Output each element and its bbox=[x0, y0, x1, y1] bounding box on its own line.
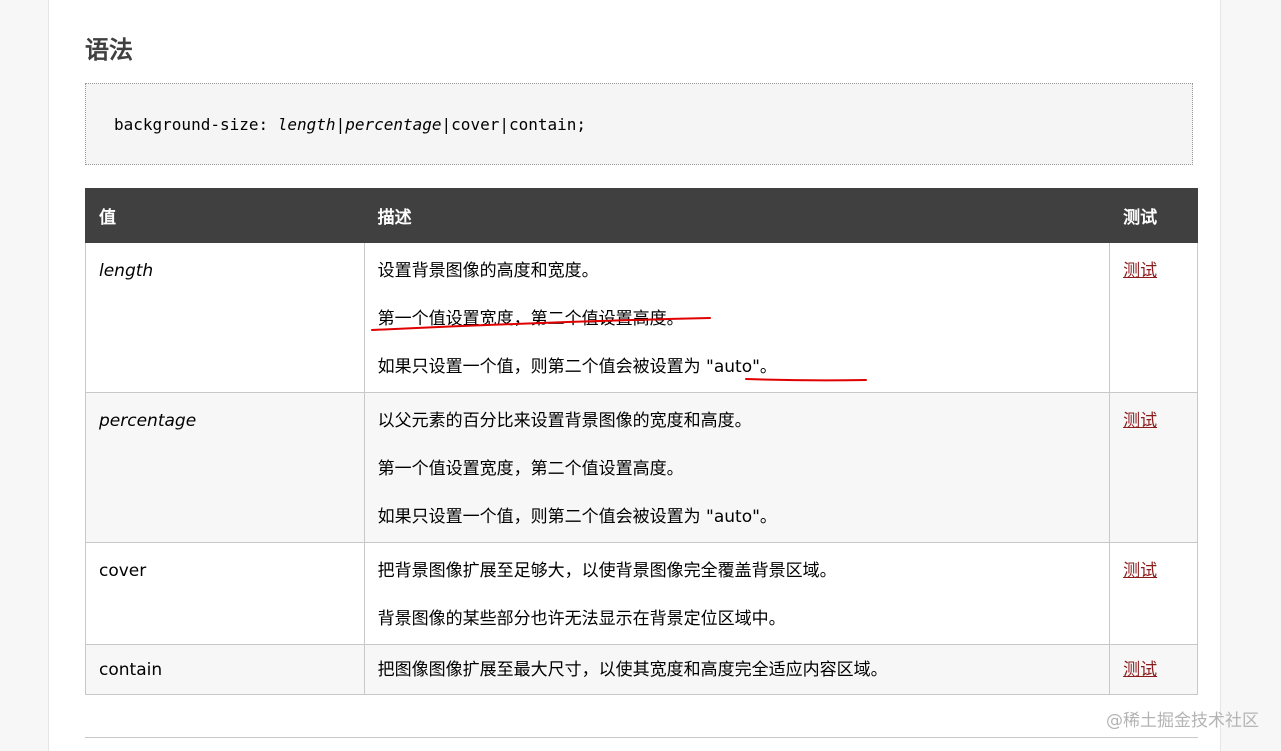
test-cell: 测试 bbox=[1109, 542, 1198, 645]
code-length: length bbox=[277, 114, 336, 134]
test-cell: 测试 bbox=[1109, 644, 1198, 695]
description-line: 把图像图像扩展至最大尺寸，以使其宽度和高度完全适应内容区域。 bbox=[377, 660, 888, 680]
description-line: 以父元素的百分比来设置背景图像的宽度和高度。 bbox=[377, 411, 752, 431]
header-description: 描述 bbox=[363, 188, 1111, 243]
content-panel: 语法 background-size: length | percentage | co… bbox=[48, 0, 1221, 751]
test-link-contain[interactable]: 测试 bbox=[1123, 660, 1157, 680]
values-table: 值 描述 测试 length 设置背景图像的高度和宽度。 第一个值设置宽度，第二… bbox=[85, 188, 1198, 695]
syntax-code-block: background-size: length | percentage | cover… bbox=[85, 83, 1193, 165]
section-heading: 语法 bbox=[85, 36, 133, 64]
value-cover: cover bbox=[99, 561, 147, 581]
description-line: 第一个值设置宽度，第二个值设置高度。 bbox=[377, 459, 684, 479]
description-line: 第一个值设置宽度，第二个值设置高度。 bbox=[377, 309, 684, 329]
description-line: 如果只设置一个值，则第二个值会被设置为 "auto"。 bbox=[377, 507, 777, 527]
description-cell: 以父元素的百分比来设置背景图像的宽度和高度。 第一个值设置宽度，第二个值设置高度… bbox=[363, 392, 1111, 543]
code-sep-1: | bbox=[335, 114, 346, 134]
value-percentage: percentage bbox=[99, 411, 197, 431]
test-cell: 测试 bbox=[1109, 392, 1198, 543]
description-cell: 把图像图像扩展至最大尺寸，以使其宽度和高度完全适应内容区域。 bbox=[363, 644, 1111, 695]
header-test: 测试 bbox=[1109, 188, 1198, 243]
table-header-row: 值 描述 测试 bbox=[85, 188, 1198, 243]
description-cell: 把背景图像扩展至足够大，以使背景图像完全覆盖背景区域。 背景图像的某些部分也许无… bbox=[363, 542, 1111, 645]
value-cell: cover bbox=[85, 542, 365, 645]
table-row: cover 把背景图像扩展至足够大，以使背景图像完全覆盖背景区域。 背景图像的某… bbox=[85, 542, 1198, 645]
code-prefix: background-size: bbox=[114, 114, 278, 134]
value-length: length bbox=[99, 261, 154, 281]
test-link-cover[interactable]: 测试 bbox=[1123, 561, 1157, 581]
test-cell: 测试 bbox=[1109, 242, 1198, 393]
test-link-percentage[interactable]: 测试 bbox=[1123, 411, 1157, 431]
header-value: 值 bbox=[85, 188, 365, 243]
description-line: 如果只设置一个值，则第二个值会被设置为 "auto"。 bbox=[377, 357, 777, 377]
table-row: length 设置背景图像的高度和宽度。 第一个值设置宽度，第二个值设置高度。 … bbox=[85, 242, 1198, 393]
value-cell: percentage bbox=[85, 392, 365, 543]
description-line: 设置背景图像的高度和宽度。 bbox=[377, 261, 599, 281]
description-line: 背景图像的某些部分也许无法显示在背景定位区域中。 bbox=[377, 609, 786, 629]
code-rest: cover|contain; bbox=[451, 114, 587, 134]
description-cell: 设置背景图像的高度和宽度。 第一个值设置宽度，第二个值设置高度。 如果只设置一个… bbox=[363, 242, 1111, 393]
table-row: percentage 以父元素的百分比来设置背景图像的宽度和高度。 第一个值设置… bbox=[85, 392, 1198, 543]
value-cell: length bbox=[85, 242, 365, 393]
test-link-length[interactable]: 测试 bbox=[1123, 261, 1157, 281]
value-cell: contain bbox=[85, 644, 365, 695]
code-percentage: percentage bbox=[345, 114, 442, 134]
table-row: contain 把图像图像扩展至最大尺寸，以使其宽度和高度完全适应内容区域。 测… bbox=[85, 644, 1198, 695]
description-line: 把背景图像扩展至足够大，以使背景图像完全覆盖背景区域。 bbox=[377, 561, 837, 581]
code-sep-2: | bbox=[441, 114, 452, 134]
watermark: @稀土掘金技术社区 bbox=[1106, 711, 1259, 731]
bottom-divider bbox=[85, 737, 1198, 738]
value-contain: contain bbox=[99, 660, 163, 680]
